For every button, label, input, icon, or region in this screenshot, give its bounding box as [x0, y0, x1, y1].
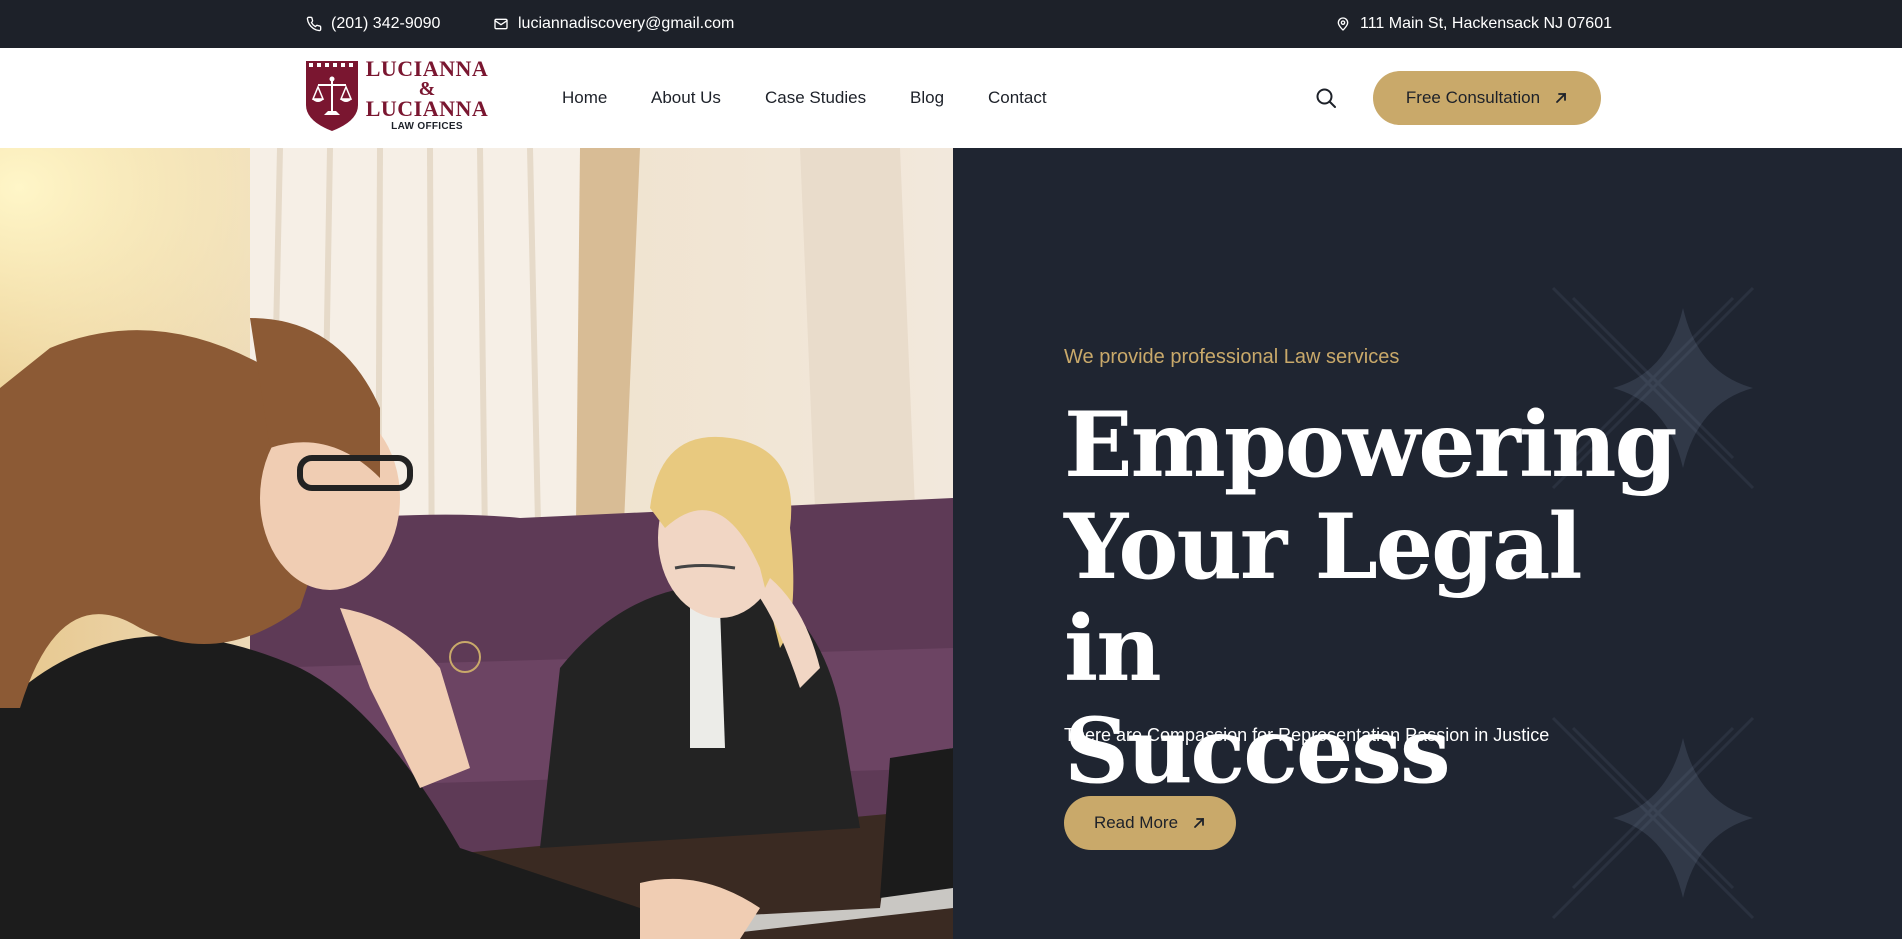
hero-headline-line-2: Your Legal in: [1064, 494, 1583, 702]
street-address: 111 Main St, Hackensack NJ 07601: [1360, 15, 1612, 32]
phone-contact[interactable]: (201) 342-9090: [306, 0, 440, 48]
hero-photo-two-women-meeting: [0, 148, 953, 939]
top-info-bar: (201) 342-9090 luciannadiscovery@gmail.c…: [0, 0, 1902, 48]
nav-item-about-us[interactable]: About Us: [651, 88, 721, 108]
nav-item-home[interactable]: Home: [562, 88, 607, 108]
arrow-up-right-icon: [1194, 818, 1204, 828]
hero-subtext: There are Compassion for Representation …: [1064, 725, 1550, 745]
free-consultation-button[interactable]: Free Consultation: [1373, 71, 1601, 125]
nav-item-contact[interactable]: Contact: [988, 88, 1047, 108]
read-more-label: Read More: [1093, 813, 1179, 832]
nav-item-case-studies[interactable]: Case Studies: [765, 88, 866, 108]
site-header: LUCIANNA & LUCIANNA LAW OFFICES Home Abo…: [0, 48, 1902, 148]
nav-item-blog[interactable]: Blog: [910, 88, 944, 108]
address-contact: 111 Main St, Hackensack NJ 07601: [1335, 0, 1612, 48]
phone-icon: [306, 16, 322, 32]
read-more-button[interactable]: Read More: [1064, 796, 1236, 850]
hero-tagline: We provide professional Law services: [1064, 346, 1400, 368]
email-contact[interactable]: luciannadiscovery@gmail.com: [493, 0, 734, 48]
hero-headline-line-3: Success: [1064, 698, 1451, 804]
email-address: luciannadiscovery@gmail.com: [518, 15, 735, 32]
main-nav: Home About Us Case Studies Blog Contact: [0, 48, 1902, 148]
arrow-up-right-icon: [1556, 93, 1566, 103]
mail-icon: [494, 18, 508, 30]
hero-headline-line-1: Empowering: [1064, 392, 1678, 498]
free-consultation-label: Free Consultation: [1405, 88, 1541, 107]
search-icon[interactable]: [1314, 86, 1338, 110]
phone-number: (201) 342-9090: [331, 15, 441, 32]
location-pin-icon: [1337, 17, 1349, 31]
